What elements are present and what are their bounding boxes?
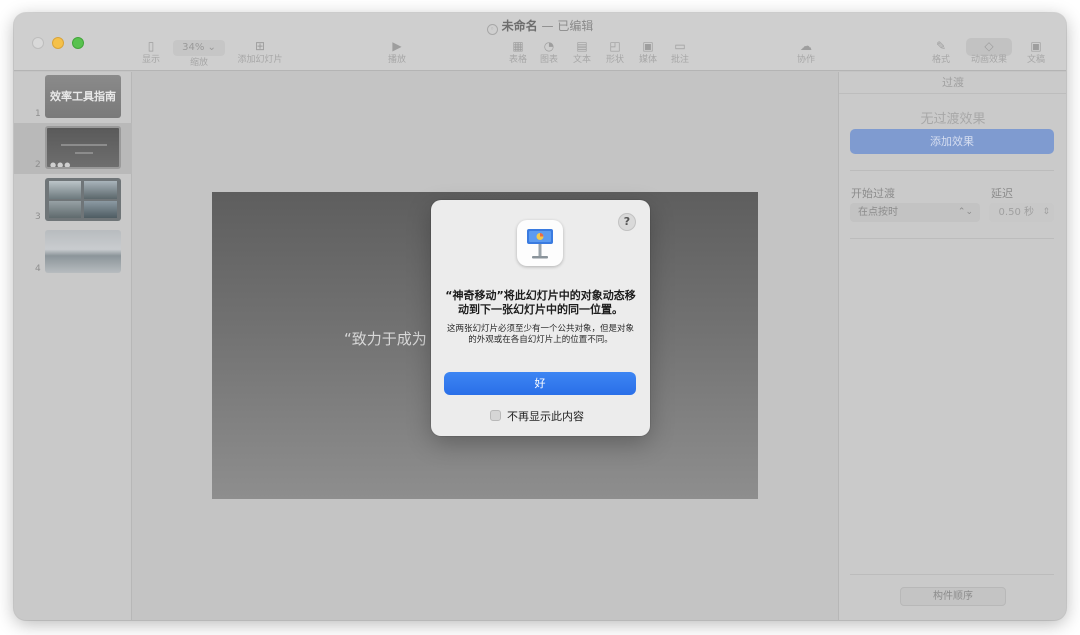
minimize-window-button[interactable] [52, 37, 64, 49]
table-icon: ▦ [512, 39, 524, 53]
slide-navigator: 1 效率工具指南 2 ●●● 3 4 [14, 72, 132, 620]
play-button[interactable]: ▶ 播放 [382, 40, 412, 65]
inspector-tab-transition[interactable]: 过渡 [839, 72, 1066, 94]
view-button[interactable]: ▯ 显示 [139, 40, 163, 65]
slide-number: 1 [35, 109, 41, 119]
animate-inspector: 过渡 无过渡效果 添加效果 开始过渡 延迟 在点按时 ⌃⌄ 0.50 秒 ⇕ 构… [838, 72, 1066, 620]
slide-item-3[interactable]: 3 [14, 175, 132, 226]
photo-icon: ▣ [642, 39, 654, 53]
animate-button[interactable]: ◇ 动画效果 [966, 40, 1012, 65]
stepper-icon[interactable]: ⇕ [1042, 203, 1050, 222]
help-button[interactable]: ? [618, 213, 636, 231]
start-transition-value: 在点按时 [858, 207, 898, 218]
shape-label: 形状 [605, 55, 624, 65]
text-box-icon: ▤ [576, 39, 588, 53]
media-label: 媒体 [638, 55, 657, 65]
comment-icon: ▭ [674, 39, 686, 53]
play-icon: ▶ [392, 39, 402, 53]
window-controls [32, 37, 84, 49]
magic-move-alert: ? “神奇移动”将此幻灯片中的对象动态移动到下一张幻灯片中的同一位置。 这两张幻… [431, 200, 650, 436]
start-transition-select[interactable]: 在点按时 ⌃⌄ [850, 203, 980, 222]
document-name: 未命名 [501, 19, 538, 33]
alert-title: “神奇移动”将此幻灯片中的对象动态移动到下一张幻灯片中的同一位置。 [445, 289, 636, 316]
zoom-control[interactable]: 34% ⌄ 缩放 [171, 40, 227, 68]
comment-button[interactable]: ▭ 批注 [668, 40, 692, 65]
view-label: 显示 [141, 55, 160, 65]
paintbrush-icon: ✎ [935, 39, 947, 53]
start-transition-label: 开始过渡 [851, 187, 895, 200]
checkbox-icon[interactable] [490, 410, 501, 421]
slide-number: 3 [35, 212, 41, 222]
zoom-select[interactable]: 34% ⌄ [173, 40, 225, 56]
collaborate-label: 协作 [796, 55, 815, 65]
sidebar-icon: ▯ [147, 39, 155, 53]
document-status: — 已编辑 [541, 19, 594, 33]
no-transition-label: 无过渡效果 [920, 112, 986, 127]
delay-stepper[interactable]: 0.50 秒 ⇕ [989, 203, 1054, 222]
build-order-button[interactable]: 构件顺序 [900, 587, 1006, 606]
podium-icon [527, 229, 553, 259]
slide-number: 2 [35, 160, 41, 170]
delay-value: 0.50 秒 [998, 207, 1034, 218]
toolbar: ◦ 未命名 — 已编辑 ▯ 显示 34% ⌄ 缩放 ⊞ 添加幻灯片 ▶ 播放 ▦ … [14, 13, 1066, 71]
table-button[interactable]: ▦ 表格 [506, 40, 530, 65]
animate-label: 动画效果 [970, 55, 1007, 65]
slide-thumbnail [45, 230, 121, 273]
divider [850, 238, 1054, 239]
table-label: 表格 [508, 55, 527, 65]
collaborate-button[interactable]: ☁ 协作 [794, 40, 818, 65]
text-button[interactable]: ▤ 文本 [570, 40, 594, 65]
diamond-icon: ◇ [984, 39, 994, 53]
keynote-app-icon [517, 220, 563, 266]
document-icon: ◦ [486, 24, 498, 35]
comment-label: 批注 [670, 55, 689, 65]
add-slide-label: 添加幻灯片 [237, 55, 283, 65]
document-label: 文稿 [1026, 55, 1045, 65]
add-effect-button[interactable]: 添加效果 [850, 129, 1054, 154]
dont-show-again-label: 不再显示此内容 [507, 410, 584, 423]
slide-thumbnail: ●●● [45, 126, 121, 169]
add-slide-icon: ⊞ [254, 39, 266, 53]
slide-item-1[interactable]: 1 效率工具指南 [14, 72, 132, 122]
delay-label: 延迟 [991, 187, 1013, 200]
more-icon: ●●● [50, 161, 72, 169]
slide-item-2[interactable]: 2 ●●● [14, 123, 132, 174]
format-button[interactable]: ✎ 格式 [929, 40, 953, 65]
media-button[interactable]: ▣ 媒体 [636, 40, 660, 65]
text-label: 文本 [572, 55, 591, 65]
collaborate-icon: ☁ [800, 39, 812, 53]
chart-button[interactable]: ◔ 图表 [537, 40, 561, 65]
slide-number: 4 [35, 264, 41, 274]
shape-icon: ◰ [609, 39, 621, 53]
add-slide-button[interactable]: ⊞ 添加幻灯片 [232, 40, 288, 65]
dont-show-again-checkbox[interactable]: 不再显示此内容 [490, 408, 584, 424]
shape-button[interactable]: ◰ 形状 [603, 40, 627, 65]
format-label: 格式 [931, 55, 950, 65]
chart-label: 图表 [539, 55, 558, 65]
updown-chevron-icon: ⌃⌄ [957, 207, 973, 217]
chart-icon: ◔ [543, 39, 555, 53]
zoom-label: 缩放 [189, 58, 208, 68]
ok-button[interactable]: 好 [444, 372, 636, 395]
document-title: ◦ 未命名 — 已编辑 [14, 17, 1066, 35]
document-button[interactable]: ▣ 文稿 [1024, 40, 1048, 65]
slide-thumbnail [45, 178, 121, 221]
fullscreen-window-button[interactable] [72, 37, 84, 49]
divider [850, 574, 1054, 575]
slide-item-4[interactable]: 4 [14, 227, 132, 278]
alert-message: 这两张幻灯片必须至少有一个公共对象，但是对象的外观或在各自幻灯片上的位置不同。 [446, 324, 634, 345]
close-window-button[interactable] [32, 37, 44, 49]
slide-text[interactable]: “致力于成为 [344, 328, 427, 349]
slide-thumbnail: 效率工具指南 [45, 75, 121, 118]
document-settings-icon: ▣ [1030, 39, 1042, 53]
divider [850, 170, 1054, 171]
play-label: 播放 [387, 55, 406, 65]
